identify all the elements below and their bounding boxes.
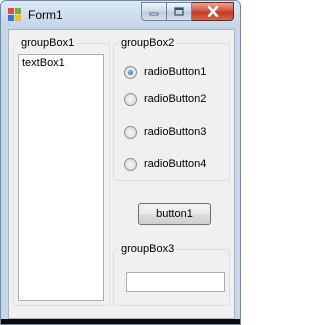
radio-button-4[interactable]: radioButton4 bbox=[124, 157, 206, 171]
textbox-2[interactable] bbox=[126, 272, 225, 292]
close-button[interactable] bbox=[192, 2, 234, 21]
form-window: Form1 groupBox1 textBox1 groupBox2 radio… bbox=[0, 0, 241, 325]
maximize-icon bbox=[174, 7, 184, 16]
radio-button-1-indicator bbox=[124, 65, 137, 79]
window-title: Form1 bbox=[28, 8, 63, 22]
maximize-button[interactable] bbox=[167, 2, 192, 21]
app-icon bbox=[8, 8, 21, 21]
minimize-button[interactable] bbox=[141, 2, 167, 21]
form-client-area: groupBox1 textBox1 groupBox2 radioButton… bbox=[8, 29, 235, 319]
groupbox-1-label: groupBox1 bbox=[19, 37, 77, 50]
radio-button-2-indicator bbox=[124, 92, 137, 106]
caption-buttons bbox=[141, 2, 234, 21]
radio-button-3-label: radioButton3 bbox=[144, 126, 207, 138]
groupbox-2-label: groupBox2 bbox=[119, 37, 177, 50]
radio-button-4-label: radioButton4 bbox=[144, 158, 207, 170]
textbox-1-value: textBox1 bbox=[22, 57, 65, 69]
close-icon bbox=[207, 6, 218, 17]
radio-button-2[interactable]: radioButton2 bbox=[124, 92, 206, 106]
radio-button-2-label: radioButton2 bbox=[144, 93, 207, 105]
radio-button-1-label: radioButton1 bbox=[144, 66, 207, 78]
bottom-edge bbox=[1, 319, 240, 324]
groupbox-1: groupBox1 textBox1 bbox=[13, 37, 110, 306]
groupbox-2: groupBox2 radioButton1 radioButton2 radi… bbox=[113, 37, 230, 181]
minimize-icon bbox=[149, 12, 159, 15]
button-1[interactable]: button1 bbox=[138, 203, 211, 225]
radio-button-3[interactable]: radioButton3 bbox=[124, 125, 206, 139]
groupbox-3: groupBox3 bbox=[113, 243, 230, 306]
radio-button-1[interactable]: radioButton1 bbox=[124, 65, 206, 79]
title-bar[interactable]: Form1 bbox=[1, 1, 240, 29]
radio-button-3-indicator bbox=[124, 125, 137, 139]
textbox-1[interactable]: textBox1 bbox=[18, 54, 104, 301]
groupbox-3-label: groupBox3 bbox=[119, 243, 177, 256]
radio-button-4-indicator bbox=[124, 157, 137, 171]
